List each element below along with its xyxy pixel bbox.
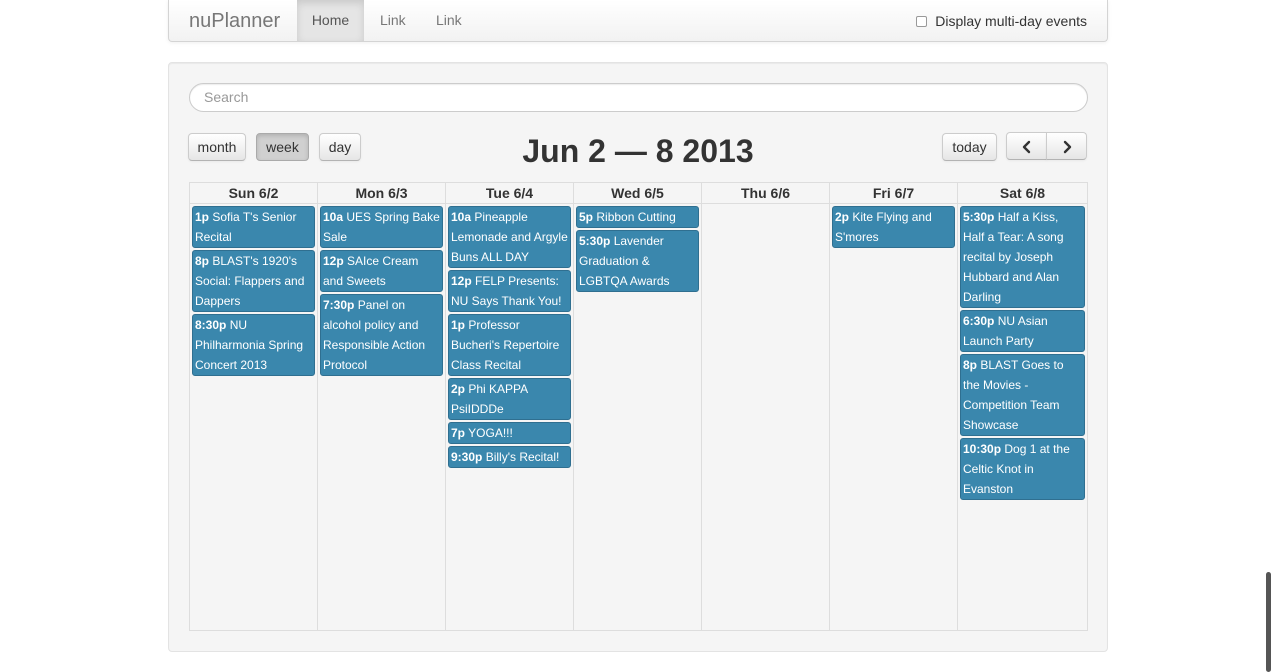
event-time: 5p — [579, 210, 594, 224]
brand-logo[interactable]: nuPlanner — [189, 10, 280, 33]
event-time: 2p — [835, 210, 850, 224]
day-events: 10a Pineapple Lemonade and Argyle Buns A… — [446, 204, 573, 468]
day-column[interactable]: Wed 6/5 5p Ribbon Cutting 5:30p Lavender G… — [574, 183, 702, 630]
calendar-event[interactable]: 12p FELP Presents: NU Says Thank You! — [448, 270, 571, 312]
calendar-event[interactable]: 5:30p Lavender Graduation & LGBTQA Award… — [576, 230, 699, 292]
day-header: Fri 6/7 — [830, 183, 957, 204]
event-time: 8:30p — [195, 318, 227, 332]
event-title: BLAST's 1920's Social: Flappers and Dapp… — [195, 254, 305, 308]
chevron-right-icon — [1063, 140, 1071, 154]
calendar-event[interactable]: 9:30p Billy's Recital! — [448, 446, 571, 468]
day-events — [702, 204, 829, 206]
day-column[interactable]: Tue 6/4 10a Pineapple Lemonade and Argyle… — [446, 183, 574, 630]
date-nav-group — [1006, 132, 1088, 160]
event-time: 1p — [451, 318, 466, 332]
day-events: 2p Kite Flying and S'mores — [830, 204, 957, 248]
event-time: 7:30p — [323, 298, 355, 312]
event-time: 10:30p — [963, 442, 1002, 456]
calendar-event[interactable]: 8:30p NU Philharmonia Spring Concert 201… — [192, 314, 315, 376]
event-time: 1p — [195, 210, 210, 224]
calendar-event[interactable]: 1p Professor Bucheri's Repertoire Class … — [448, 314, 571, 376]
page-scrollbar[interactable] — [1266, 572, 1271, 672]
event-time: 5:30p — [963, 210, 995, 224]
event-time: 8p — [963, 358, 978, 372]
event-time: 8p — [195, 254, 210, 268]
event-time: 12p — [323, 254, 344, 268]
calendar-event[interactable]: 2p Phi KAPPA PsiIDDDe — [448, 378, 571, 420]
event-title: YOGA!!! — [468, 426, 513, 440]
event-time: 12p — [451, 274, 472, 288]
event-time: 9:30p — [451, 450, 483, 464]
calendar-event[interactable]: 7p YOGA!!! — [448, 422, 571, 444]
event-title: Kite Flying and S'mores — [835, 210, 932, 244]
calendar-event[interactable]: 10a UES Spring Bake Sale — [320, 206, 443, 248]
day-events: 1p Sofia T's Senior Recital 8p BLAST's 19… — [190, 204, 317, 376]
next-button[interactable] — [1046, 132, 1087, 160]
day-header: Wed 6/5 — [574, 183, 701, 204]
chevron-left-icon — [1022, 140, 1030, 154]
day-column[interactable]: Mon 6/3 10a UES Spring Bake Sale 12p SAIce… — [318, 183, 446, 630]
day-header: Thu 6/6 — [702, 183, 829, 204]
day-header: Mon 6/3 — [318, 183, 445, 204]
week-grid: Sun 6/2 1p Sofia T's Senior Recital 8p BLA… — [189, 182, 1088, 631]
day-column[interactable]: Thu 6/6 — [702, 183, 830, 630]
event-title: Half a Kiss, Half a Tear: A song recital… — [963, 210, 1064, 304]
calendar-event[interactable]: 5p Ribbon Cutting — [576, 206, 699, 228]
event-title: Ribbon Cutting — [596, 210, 676, 224]
day-events: 10a UES Spring Bake Sale 12p SAIce Cream … — [318, 204, 445, 376]
day-header: Tue 6/4 — [446, 183, 573, 204]
day-header: Sun 6/2 — [190, 183, 317, 204]
calendar-event[interactable]: 10:30p Dog 1 at the Celtic Knot in Evans… — [960, 438, 1085, 500]
event-time: 5:30p — [579, 234, 611, 248]
today-button[interactable]: today — [942, 133, 997, 161]
navbar: nuPlanner Home Link Link Display multi-d… — [168, 0, 1108, 42]
calendar-event[interactable]: 5:30p Half a Kiss, Half a Tear: A song r… — [960, 206, 1085, 308]
calendar-event[interactable]: 12p SAIce Cream and Sweets — [320, 250, 443, 292]
nav-link-2[interactable]: Link — [436, 0, 462, 41]
multiday-checkbox[interactable] — [916, 15, 928, 27]
calendar-panel: Search month week day Jun 2 — 8 2013 tod… — [168, 62, 1108, 652]
calendar-event[interactable]: 8p BLAST Goes to the Movies - Competitio… — [960, 354, 1085, 436]
event-title: Sofia T's Senior Recital — [195, 210, 297, 244]
event-time: 10a — [323, 210, 344, 224]
calendar-event[interactable]: 2p Kite Flying and S'mores — [832, 206, 955, 248]
calendar-event[interactable]: 7:30p Panel on alcohol policy and Respon… — [320, 294, 443, 376]
event-title: Billy's Recital! — [485, 450, 560, 464]
event-time: 7p — [451, 426, 466, 440]
prev-button[interactable] — [1006, 132, 1047, 160]
event-title: Professor Bucheri's Repertoire Class Rec… — [451, 318, 560, 372]
day-events: 5:30p Half a Kiss, Half a Tear: A song r… — [958, 204, 1087, 500]
event-time: 10a — [451, 210, 472, 224]
day-events: 5p Ribbon Cutting 5:30p Lavender Graduati… — [574, 204, 701, 292]
nav-home[interactable]: Home — [297, 0, 364, 41]
multiday-label: Display multi-day events — [935, 13, 1087, 29]
day-column[interactable]: Sun 6/2 1p Sofia T's Senior Recital 8p BLA… — [190, 183, 318, 630]
event-time: 2p — [451, 382, 466, 396]
search-input[interactable]: Search — [189, 83, 1088, 112]
day-header: Sat 6/8 — [958, 183, 1087, 204]
calendar-event[interactable]: 6:30p NU Asian Launch Party — [960, 310, 1085, 352]
day-column[interactable]: Sat 6/8 5:30p Half a Kiss, Half a Tear: A… — [958, 183, 1087, 630]
event-time: 6:30p — [963, 314, 995, 328]
day-column[interactable]: Fri 6/7 2p Kite Flying and S'mores — [830, 183, 958, 630]
nav-link-1[interactable]: Link — [380, 0, 406, 41]
multiday-toggle[interactable]: Display multi-day events — [916, 13, 1087, 29]
event-title: BLAST Goes to the Movies - Competition T… — [963, 358, 1064, 432]
calendar-event[interactable]: 8p BLAST's 1920's Social: Flappers and D… — [192, 250, 315, 312]
calendar-event[interactable]: 1p Sofia T's Senior Recital — [192, 206, 315, 248]
calendar-event[interactable]: 10a Pineapple Lemonade and Argyle Buns A… — [448, 206, 571, 268]
